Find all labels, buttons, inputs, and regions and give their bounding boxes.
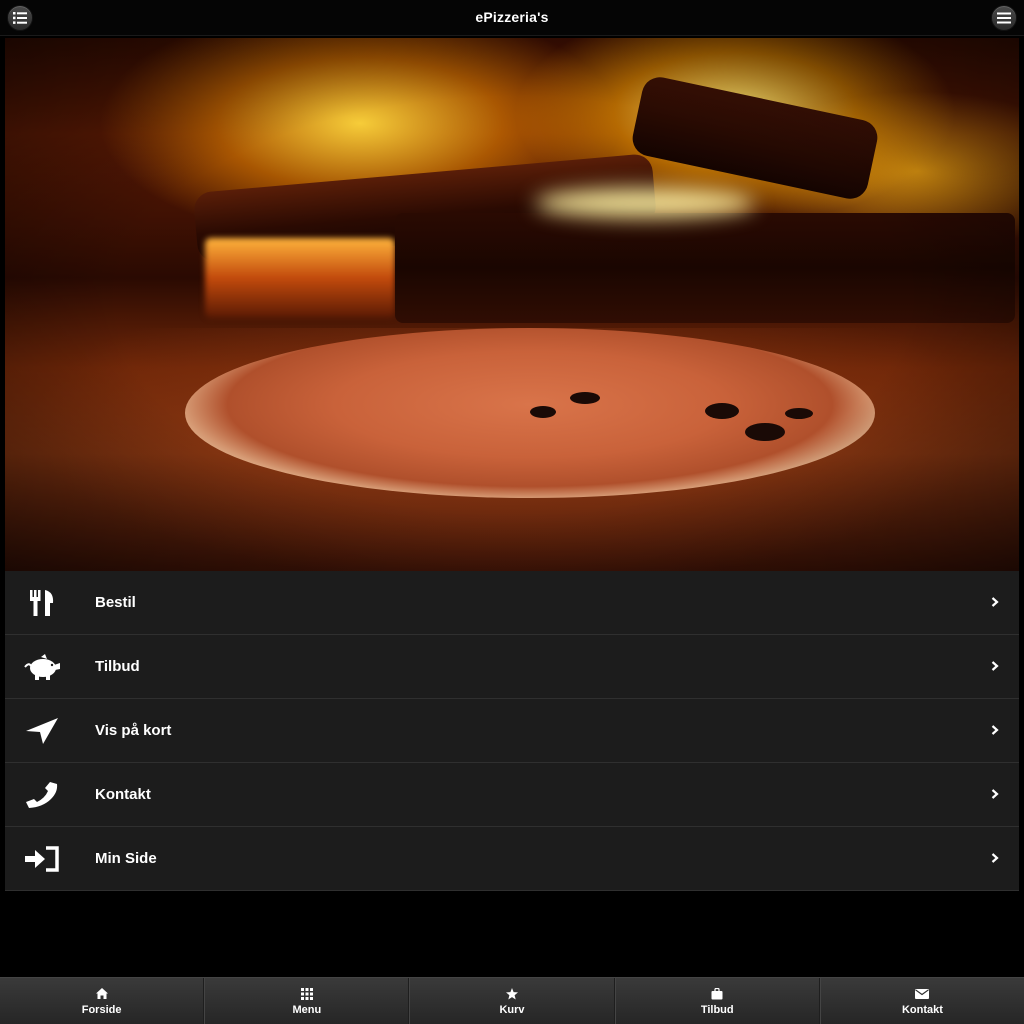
tab-label: Kontakt	[901, 1003, 943, 1016]
sign-in-icon	[23, 844, 61, 874]
menu-item-label: Min Side	[95, 850, 157, 867]
menu-item-kontakt[interactable]: Kontakt	[5, 763, 1019, 827]
bag-icon	[711, 987, 723, 1001]
menu-item-label: Kontakt	[95, 786, 151, 803]
location-arrow-icon	[23, 716, 61, 746]
chevron-right-icon	[991, 658, 999, 676]
chevron-right-icon	[991, 786, 999, 804]
tab-kurv[interactable]: Kurv	[409, 978, 615, 1024]
main-menu-list: Bestil Tilbud Vis på kort Kontakt Min Si…	[5, 571, 1019, 891]
tab-label: Menu	[292, 1003, 322, 1016]
chevron-right-icon	[991, 594, 999, 612]
app-title: ePizzeria's	[475, 9, 549, 25]
bottom-tab-bar: Forside Menu Kurv Tilbud Kontakt	[0, 977, 1024, 1024]
hamburger-menu-button[interactable]	[991, 5, 1017, 31]
tab-tilbud[interactable]: Tilbud	[614, 978, 820, 1024]
menu-item-tilbud[interactable]: Tilbud	[5, 635, 1019, 699]
piggy-bank-icon	[23, 652, 61, 682]
photo-vignette	[5, 38, 1019, 571]
pizza-oven-photo	[5, 38, 1019, 571]
hamburger-menu-icon	[997, 12, 1011, 24]
envelope-icon	[915, 987, 930, 1001]
chevron-right-icon	[991, 722, 999, 740]
tab-kontakt[interactable]: Kontakt	[819, 978, 1024, 1024]
menu-item-bestil[interactable]: Bestil	[5, 571, 1019, 635]
star-icon	[506, 987, 518, 1001]
menu-item-label: Tilbud	[95, 658, 140, 675]
menu-item-vis-pa-kort[interactable]: Vis på kort	[5, 699, 1019, 763]
chevron-right-icon	[991, 850, 999, 868]
tab-label: Tilbud	[700, 1003, 734, 1016]
menu-item-label: Vis på kort	[95, 722, 172, 739]
cutlery-icon	[23, 588, 61, 618]
phone-icon	[23, 780, 61, 810]
top-bar: ePizzeria's	[0, 0, 1024, 36]
menu-item-label: Bestil	[95, 594, 136, 611]
tab-label: Forside	[81, 1003, 122, 1016]
tab-menu[interactable]: Menu	[204, 978, 410, 1024]
tab-forside[interactable]: Forside	[0, 978, 205, 1024]
home-icon	[95, 987, 108, 1001]
grid-icon	[300, 987, 313, 1001]
menu-item-min-side[interactable]: Min Side	[5, 827, 1019, 891]
tab-label: Kurv	[499, 1003, 525, 1016]
